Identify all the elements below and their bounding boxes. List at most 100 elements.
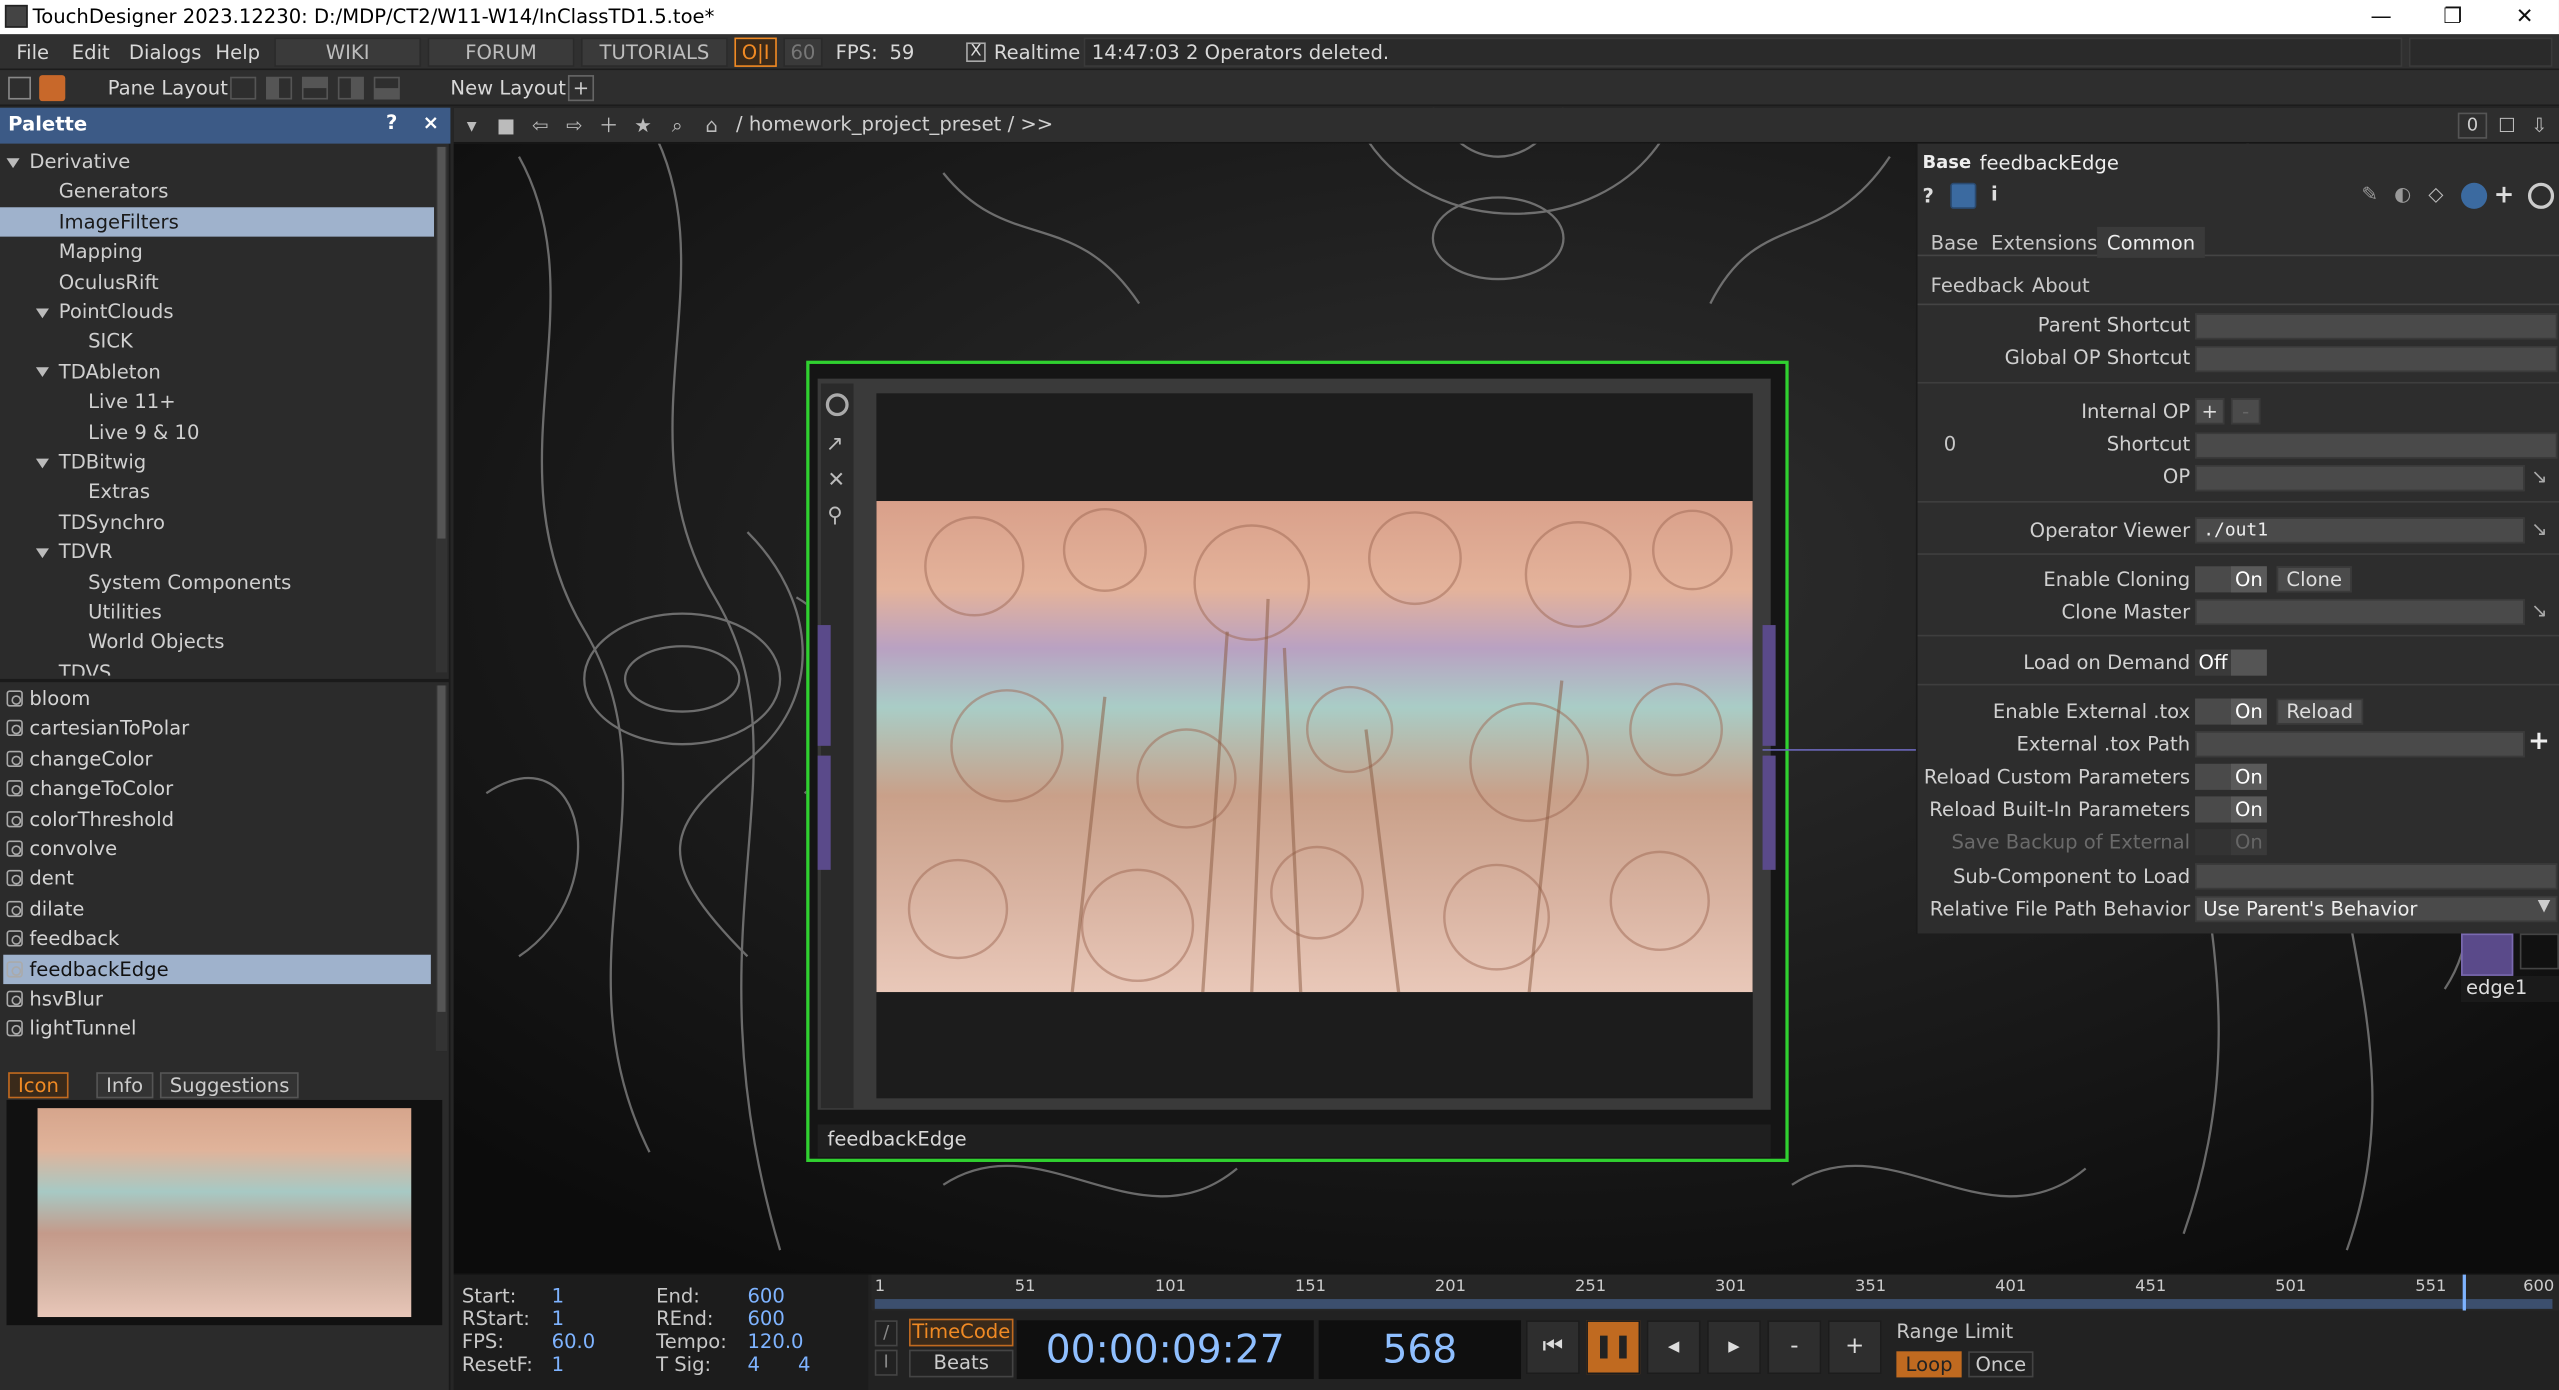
minimize-button[interactable]: — (2345, 0, 2417, 34)
python-help-icon[interactable] (1950, 182, 1977, 209)
layout-three-icon[interactable] (337, 76, 364, 100)
palette-component-item[interactable]: bloom (3, 684, 431, 713)
beats-button[interactable]: Beats (909, 1349, 1014, 1378)
op-field[interactable] (2195, 465, 2525, 492)
palette-help-button[interactable]: ? (375, 111, 408, 134)
palette-tree-item[interactable]: SICK (0, 327, 434, 356)
tutorials-button[interactable]: TUTORIALS (580, 37, 728, 67)
edge1-node-viewer[interactable] (2519, 933, 2559, 970)
internal-op-add-button[interactable]: + (2195, 398, 2225, 425)
op-name[interactable]: feedbackEdge (1980, 152, 2119, 175)
expand-arrow-icon[interactable] (35, 547, 49, 558)
target-icon[interactable] (2527, 182, 2555, 209)
maximize-pane-icon[interactable]: ☐ (2494, 113, 2520, 139)
palette-close-button[interactable]: × (415, 111, 448, 134)
parent-shortcut-field[interactable] (2195, 313, 2558, 340)
fps-target[interactable]: 60 (783, 37, 823, 67)
layout-single-icon[interactable] (230, 76, 257, 100)
param-tab-base[interactable]: Base (1931, 232, 1979, 255)
node-graph-icon[interactable]: ↗ (826, 432, 844, 456)
tempo-value[interactable]: 120.0 (747, 1330, 803, 1353)
reload-button[interactable]: Reload (2276, 698, 2363, 725)
step-back-button[interactable]: ◂ (1646, 1320, 1701, 1375)
python-icon[interactable] (2461, 182, 2488, 209)
node-name-label[interactable]: feedbackEdge (827, 1128, 966, 1151)
viewer-toggle-icon[interactable] (825, 393, 849, 417)
nav-search-icon[interactable]: ⌕ (664, 113, 690, 139)
pane-arrow-icon[interactable]: ⇩ (2526, 113, 2552, 139)
lock-icon[interactable]: ⚲ (827, 504, 843, 528)
nav-bookmark-icon[interactable]: ★ (630, 113, 656, 139)
fps-value[interactable]: 60.0 (552, 1330, 596, 1353)
palette-component-item[interactable]: cartesianToPolar (3, 714, 431, 743)
param-help-icon[interactable]: ? (1922, 184, 1933, 207)
op-drop-icon[interactable]: ↘ (2531, 465, 2547, 488)
menu-edit[interactable]: Edit (72, 41, 110, 64)
palette-tree-item[interactable]: TDSynchro (0, 507, 434, 536)
enable-cloning-toggle[interactable]: On (2195, 566, 2267, 593)
layout-split-v-icon[interactable] (266, 76, 293, 100)
palette-tree-item[interactable]: ImageFilters (0, 206, 435, 237)
param-subtab-feedback[interactable]: Feedback (1931, 274, 2024, 297)
palette-component-item[interactable]: colorThreshold (3, 804, 431, 833)
shortcut-field[interactable] (2195, 432, 2558, 459)
expand-arrow-icon[interactable] (35, 457, 49, 468)
maximize-button[interactable]: ❐ (2417, 0, 2489, 34)
param-tab-extensions[interactable]: Extensions (1991, 232, 2097, 255)
layout-four-icon[interactable] (373, 76, 400, 100)
realtime-checkbox[interactable]: X (966, 42, 986, 63)
info-icon[interactable]: i (1991, 183, 1998, 206)
palette-tree-item[interactable]: TDVR (0, 537, 434, 566)
palette-component-item[interactable]: feedback (3, 924, 431, 953)
loop-button[interactable]: Loop (1896, 1351, 1962, 1378)
tree-scrollbar[interactable] (435, 146, 448, 673)
nav-forward-icon[interactable]: ⇨ (561, 113, 587, 139)
palette-tree-item[interactable]: Mapping (0, 237, 434, 266)
layout-split-h-icon[interactable] (301, 76, 329, 100)
tab-info[interactable]: Info (96, 1072, 153, 1099)
beats-mode-icon[interactable]: I (874, 1349, 898, 1376)
timeline-ruler[interactable]: 1 51 101 151 201 251 301 351 401 451 501 551 600 (871, 1274, 2559, 1311)
feedbackedge-node[interactable]: ↗ ✕ ⚲ feedbackEdge (806, 360, 1789, 1162)
dropdown-arrow-icon[interactable]: ▼ (2538, 898, 2551, 916)
input-connector-2[interactable] (817, 755, 831, 870)
reload-builtin-toggle[interactable]: On (2195, 796, 2267, 823)
network-path[interactable]: / homework_project_preset / >> (736, 113, 1053, 136)
load-on-demand-toggle[interactable]: Off (2195, 649, 2267, 676)
palette-tree-item[interactable]: TDAbleton (0, 357, 434, 386)
expand-arrow-icon[interactable] (35, 307, 49, 318)
reload-custom-toggle[interactable]: On (2195, 763, 2267, 790)
add-param-icon[interactable]: + (2494, 180, 2515, 209)
internal-op-remove-button[interactable]: - (2230, 398, 2261, 425)
edge1-node[interactable] (2461, 933, 2514, 976)
palette-component-item[interactable]: feedbackEdge (3, 954, 431, 984)
menu-help[interactable]: Help (215, 41, 260, 64)
rewind-button[interactable]: ⏮ (1525, 1320, 1580, 1375)
close-window-button[interactable]: ✕ (2489, 0, 2559, 34)
frame-display[interactable]: 568 (1318, 1320, 1522, 1380)
tsig-numerator[interactable]: 4 (747, 1353, 759, 1376)
nav-stop-icon[interactable]: ■ (493, 113, 519, 139)
add-layout-button[interactable]: + (567, 75, 595, 102)
palette-tree-item[interactable]: System Components (0, 567, 434, 596)
rend-value[interactable]: 600 (747, 1307, 784, 1330)
customize-icon[interactable]: ◇ (2428, 183, 2443, 206)
palette-component-item[interactable]: dilate (3, 894, 431, 923)
expand-arrow-icon[interactable] (35, 367, 49, 378)
clone-master-drop-icon[interactable]: ↘ (2531, 599, 2547, 622)
once-button[interactable]: Once (1968, 1351, 2034, 1378)
timeline-range-bar[interactable] (874, 1299, 2553, 1309)
network-zero-indicator[interactable]: 0 (2457, 112, 2488, 139)
palette-tree-item[interactable]: PointClouds (0, 297, 434, 326)
palette-tree-item[interactable]: Live 11+ (0, 387, 434, 416)
external-tox-path-field[interactable] (2195, 731, 2525, 758)
start-value[interactable]: 1 (552, 1284, 564, 1307)
palette-component-item[interactable]: changeColor (3, 744, 431, 773)
timeline-playhead[interactable] (2462, 1274, 2467, 1311)
decrement-button[interactable]: - (1767, 1320, 1822, 1375)
clone-button[interactable]: Clone (2276, 566, 2352, 593)
param-tab-common[interactable]: Common (2097, 226, 2205, 258)
edit-icon[interactable]: ✎ (2362, 183, 2378, 206)
network-icon[interactable] (39, 75, 66, 102)
pause-button[interactable]: ❚❚ (1586, 1320, 1641, 1375)
